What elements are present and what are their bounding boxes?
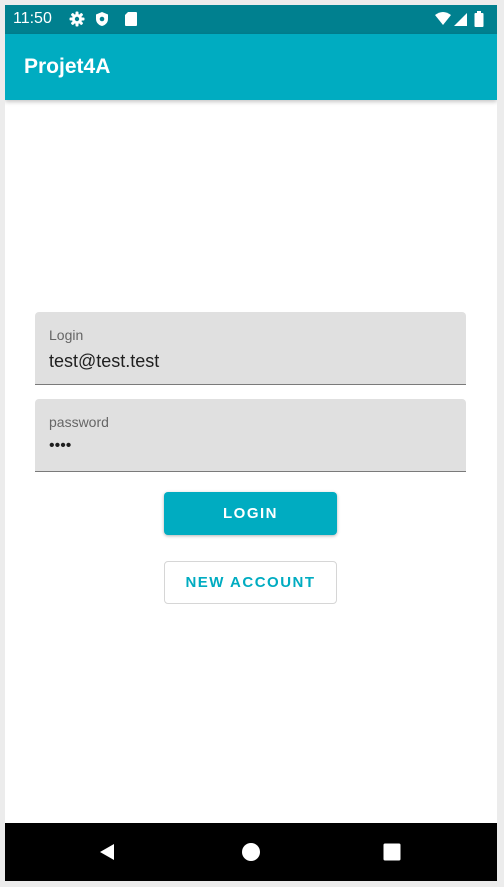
login-field-label: Login [49, 327, 84, 343]
home-icon[interactable] [238, 839, 264, 865]
navigation-bar [5, 823, 497, 881]
recents-icon[interactable] [379, 839, 405, 865]
shield-icon [94, 11, 110, 27]
gear-icon [69, 11, 85, 27]
device-screen: 11:50 Projet4A Login test@test.test pass… [5, 5, 497, 881]
wifi-icon [435, 11, 451, 27]
app-bar: Projet4A [5, 34, 497, 100]
sd-card-icon [123, 11, 139, 27]
battery-icon [474, 11, 484, 27]
login-field-value: test@test.test [49, 351, 160, 371]
password-field[interactable]: password •••• [35, 399, 466, 472]
password-field-label: password [49, 414, 109, 430]
login-field[interactable]: Login test@test.test [35, 312, 466, 385]
login-button[interactable]: LOGIN [164, 492, 337, 535]
signal-icon [453, 11, 469, 27]
back-icon[interactable] [94, 839, 120, 865]
status-time: 11:50 [13, 10, 52, 27]
new-account-button[interactable]: NEW ACCOUNT [164, 561, 337, 604]
status-bar: 11:50 [5, 5, 497, 34]
password-field-value: •••• [49, 437, 72, 454]
app-title: Projet4A [24, 55, 111, 78]
